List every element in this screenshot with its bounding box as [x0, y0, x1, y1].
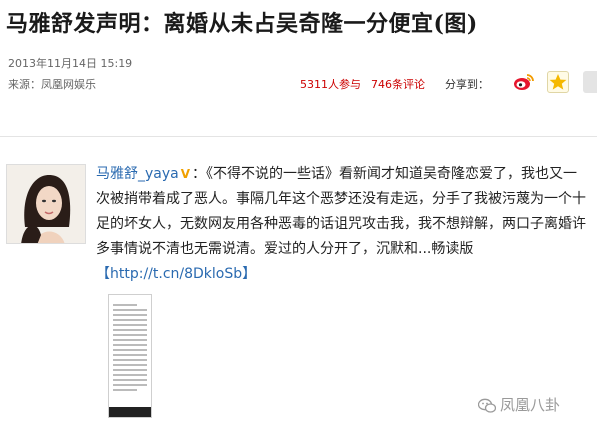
share-partial-icon[interactable] [583, 71, 597, 93]
avatar-photo[interactable] [6, 164, 86, 244]
article-title: 马雅舒发声明：离婚从未占吴奇隆一分便宜(图) [6, 11, 478, 37]
post-short-link[interactable]: 【http://t.cn/8DkloSb】 [96, 266, 256, 282]
section-divider [0, 136, 597, 137]
watermark-text: 凤凰八卦 [500, 396, 561, 414]
comments-link[interactable]: 746条评论 [371, 78, 425, 91]
verified-badge-icon: V [180, 167, 191, 181]
participants-link[interactable]: 5311人参与 [300, 78, 361, 91]
share-label: 分享到： [445, 78, 489, 91]
article-source: 来源：凤凰网娱乐 [8, 78, 96, 91]
image-thumbnail[interactable] [108, 294, 152, 418]
star-icon[interactable] [547, 71, 569, 93]
article-stats: 5311人参与 746条评论 [300, 76, 425, 92]
weibo-icon[interactable] [513, 72, 535, 92]
wechat-watermark-icon [477, 398, 497, 413]
publish-date: 2013年11月14日 15:19 [8, 57, 133, 70]
post-author-link[interactable]: 马雅舒_yaya [96, 166, 179, 182]
watermark: 凤凰八卦 [477, 394, 561, 415]
weibo-post: 马雅舒_yaya V ：《不得不说的一些话》看新闻才知道吴奇隆恋爱了，我也又一次被捎… [96, 162, 586, 287]
